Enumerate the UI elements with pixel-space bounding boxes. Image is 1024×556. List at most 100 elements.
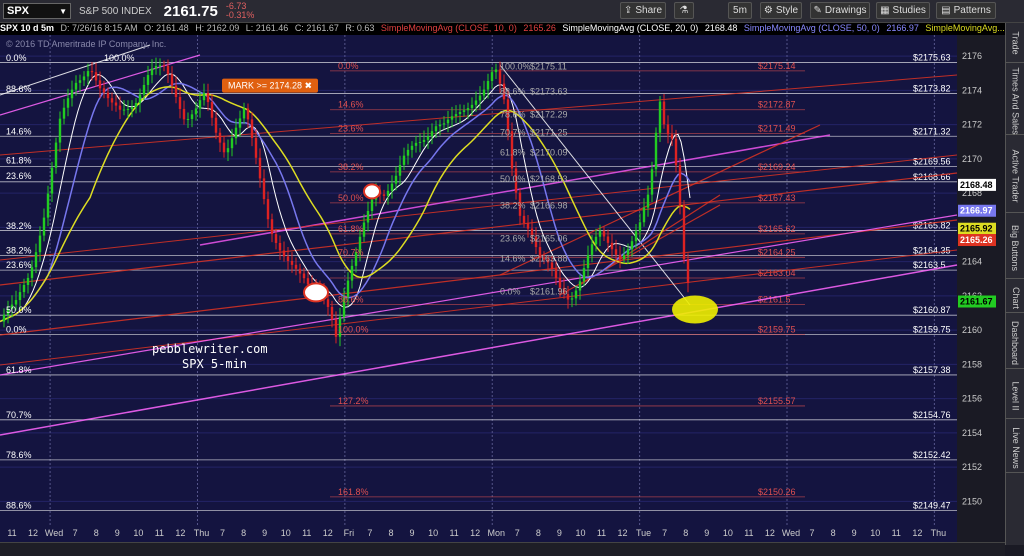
- x-tick-label: 9: [852, 528, 857, 538]
- fib-level-label: 88.6%: [500, 87, 526, 97]
- price-level-label: $2159.75: [758, 324, 796, 334]
- x-tick-label: 10: [281, 528, 291, 538]
- candle-body: [186, 118, 190, 120]
- candle-body: [382, 194, 386, 196]
- fib-level-label: 70.7%: [338, 247, 364, 257]
- candle-body: [438, 124, 442, 127]
- candle-body: [250, 119, 254, 138]
- flask-button[interactable]: ⚗: [674, 2, 694, 19]
- x-tick-label: 12: [175, 528, 185, 538]
- candle-body: [582, 268, 586, 282]
- candle-body: [598, 230, 602, 237]
- drawings-button[interactable]: ✎ Drawings: [810, 2, 870, 19]
- candle-body: [450, 116, 454, 120]
- y-tick-label: 2176: [962, 51, 982, 61]
- info-low: L: 2161.46: [245, 23, 289, 33]
- candle-body: [410, 145, 414, 150]
- fib-level-label: 0.0%: [500, 287, 521, 297]
- candle-body: [82, 76, 86, 81]
- candle-body: [422, 139, 426, 142]
- candle-body: [282, 250, 286, 257]
- candle-body: [86, 71, 90, 77]
- flask-icon: ⚗: [679, 5, 689, 16]
- info-sma20-value: 2168.48: [704, 23, 738, 33]
- x-tick-label: 11: [302, 528, 311, 538]
- sidebar-tab-big-buttons[interactable]: Big Buttons: [1006, 217, 1024, 279]
- y-tick-label: 2154: [962, 428, 982, 438]
- y-tick-label: 2160: [962, 325, 982, 335]
- fib-level-label: 50.0%: [6, 305, 32, 315]
- candle-body: [574, 290, 578, 299]
- dropdown-arrow-icon[interactable]: ▼: [59, 7, 67, 16]
- candle-body: [46, 193, 50, 218]
- fib-level-label: 88.6%: [6, 500, 32, 510]
- timeframe-button[interactable]: 5m: [728, 2, 752, 19]
- x-tick-label: Wed: [782, 528, 800, 538]
- candle-body: [230, 138, 234, 149]
- y-tick-label: 2156: [962, 394, 982, 404]
- timeframe-label: 5m: [733, 5, 747, 16]
- x-tick-label: 10: [870, 528, 880, 538]
- symbol-input[interactable]: SPX ▼: [3, 3, 71, 19]
- price-level-label: $2175.14: [758, 61, 796, 71]
- price-level-label: $2173.82: [913, 83, 951, 93]
- price-level-label: $2168.66: [913, 172, 951, 182]
- candle-body: [130, 107, 134, 109]
- index-name: S&P 500 INDEX: [79, 5, 152, 17]
- sidebar-tab-times-and-sales[interactable]: Times And Sales: [1006, 67, 1024, 135]
- studies-button[interactable]: ▦ Studies: [876, 2, 930, 19]
- candle-body: [210, 102, 214, 118]
- studies-label: Studies: [892, 5, 926, 16]
- price-badge-label: 2165.92: [960, 224, 993, 234]
- copyright-watermark: © 2016 TD Ameritrade IP Company, Inc.: [6, 39, 166, 49]
- candle-body: [122, 109, 126, 111]
- x-tick-label: 8: [241, 528, 246, 538]
- candle-body: [434, 126, 438, 132]
- fib-level-label: 14.6%: [338, 100, 364, 110]
- sidebar-tab-chart[interactable]: Chart: [1006, 283, 1024, 313]
- style-label: Style: [775, 5, 799, 16]
- candle-body: [458, 111, 462, 115]
- plot-area[interactable]: [0, 35, 957, 542]
- candle-body: [554, 268, 558, 278]
- price-level-label: $2164.35: [913, 246, 951, 256]
- patterns-button[interactable]: ▤ Patterns: [936, 2, 996, 19]
- mark-label: MARK >= 2174.28 ✖: [228, 81, 312, 91]
- marker-circle: [363, 183, 381, 200]
- sidebar-tab-live-news[interactable]: Live News: [1006, 423, 1024, 473]
- candle-body: [54, 142, 58, 168]
- candle-body: [498, 69, 502, 84]
- price-level-label: $2171.32: [913, 126, 951, 136]
- candle-body: [602, 230, 606, 237]
- fib-level-label: 61.8%: [500, 147, 526, 157]
- candle-body: [206, 92, 210, 103]
- candle-body: [394, 175, 398, 184]
- candle-body: [474, 100, 478, 105]
- sidebar-tab-trade[interactable]: Trade: [1006, 23, 1024, 63]
- fib-level-label: 38.2%: [6, 246, 32, 256]
- x-tick-label: 7: [515, 528, 520, 538]
- candle-body: [662, 101, 666, 125]
- style-button[interactable]: ⚙ Style: [760, 2, 802, 19]
- candle-body: [402, 155, 406, 165]
- fib-value-label: $2172.29: [530, 110, 568, 120]
- y-tick-label: 2174: [962, 85, 982, 95]
- info-sma10-value: 2165.26: [523, 23, 556, 33]
- candle-body: [386, 190, 390, 196]
- candle-body: [646, 194, 650, 208]
- candle-body: [178, 97, 182, 109]
- sidebar-tab-dashboard[interactable]: Dashboard: [1006, 317, 1024, 369]
- share-button[interactable]: ⇪ Share: [620, 2, 666, 19]
- price-chart[interactable]: $2175.63$2173.82$2171.32$2169.56$2168.66…: [0, 35, 1005, 542]
- candle-body: [290, 260, 294, 265]
- price-level-label: $2164.25: [758, 247, 796, 257]
- scroll-bar[interactable]: [0, 542, 1005, 556]
- fib-level-label: 161.8%: [338, 487, 369, 497]
- price-badge-label: 2165.26: [960, 235, 993, 245]
- x-tick-label: 7: [662, 528, 667, 538]
- candle-body: [366, 210, 370, 223]
- candle-body: [686, 259, 690, 284]
- sidebar-tab-active-trader[interactable]: Active Trader: [1006, 139, 1024, 213]
- fib-level-label: 100.0%: [104, 53, 135, 63]
- sidebar-tab-level-ii[interactable]: Level II: [1006, 373, 1024, 419]
